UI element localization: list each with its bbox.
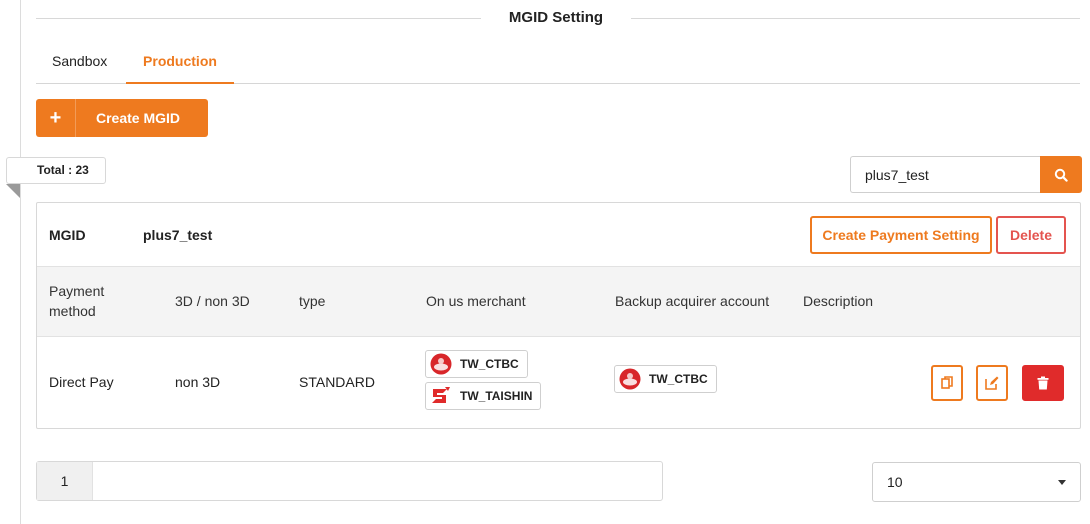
total-ribbon-fold — [6, 184, 20, 198]
column-header-type: type — [299, 293, 326, 309]
column-header-description: Description — [803, 293, 874, 309]
cell-type: STANDARD — [299, 374, 375, 390]
acquirer-name: TW_CTBC — [649, 372, 708, 386]
copy-icon — [941, 376, 953, 389]
merchant-chip-taishin: TW_TAISHIN — [425, 382, 542, 410]
section-header: MGID Setting — [36, 8, 1080, 28]
column-header-payment-method: Payment method — [49, 283, 105, 319]
backup-acquirer-chip-ctbc: TW_CTBC — [614, 365, 717, 393]
delete-row-button[interactable] — [1022, 365, 1064, 401]
create-mgid-label: Create MGID — [96, 110, 181, 126]
plus-icon: + — [36, 99, 76, 137]
tab-sandbox[interactable]: Sandbox — [52, 53, 107, 84]
cell-3d: non 3D — [175, 374, 221, 390]
table-row: Direct Pay non 3D STANDARD TW_CTBC TW_TA… — [37, 337, 1080, 429]
page-size-value: 10 — [887, 474, 903, 490]
ctbc-logo-icon — [619, 368, 641, 390]
left-border — [20, 0, 21, 524]
create-mgid-button[interactable]: + Create MGID — [36, 99, 208, 137]
divider-right — [631, 18, 1080, 19]
mgid-card: MGID plus7_test Create Payment Setting D… — [36, 202, 1081, 429]
merchant-chip-ctbc: TW_CTBC — [425, 350, 528, 378]
mgid-card-header: MGID plus7_test Create Payment Setting D… — [37, 203, 1080, 267]
pagination: 1 — [36, 461, 663, 501]
create-payment-setting-button[interactable]: Create Payment Setting — [810, 216, 992, 254]
section-title: MGID Setting — [508, 9, 604, 26]
trash-icon — [1037, 376, 1049, 390]
column-header-on-us-merchant: On us merchant — [426, 293, 526, 309]
total-count: Total : 23 — [6, 157, 106, 184]
mgid-label: MGID — [49, 227, 86, 243]
cell-payment-method: Direct Pay — [49, 374, 114, 390]
mgid-value: plus7_test — [143, 227, 213, 243]
tab-production[interactable]: Production — [126, 53, 234, 84]
table-header: Payment method 3D / non 3D type On us me… — [37, 267, 1080, 337]
column-header-3d: 3D / non 3D — [175, 293, 250, 309]
edit-icon — [985, 376, 999, 390]
search-input[interactable] — [850, 156, 1040, 193]
page-1-button[interactable]: 1 — [37, 462, 93, 500]
taishin-logo-icon — [432, 387, 450, 403]
page-size-select[interactable]: 10 — [872, 462, 1081, 502]
search-icon — [1054, 168, 1068, 182]
delete-button[interactable]: Delete — [996, 216, 1066, 254]
merchant-name: TW_TAISHIN — [460, 389, 533, 403]
search-button[interactable] — [1040, 156, 1082, 193]
column-header-backup-acquirer: Backup acquirer account — [615, 293, 770, 309]
ctbc-logo-icon — [430, 353, 452, 375]
chevron-down-icon — [1058, 480, 1066, 485]
environment-tabs: Sandbox Production — [36, 50, 1080, 84]
edit-button[interactable] — [976, 365, 1008, 401]
divider-left — [36, 18, 481, 19]
merchant-name: TW_CTBC — [460, 357, 519, 371]
copy-button[interactable] — [931, 365, 963, 401]
search-bar — [850, 156, 1082, 193]
